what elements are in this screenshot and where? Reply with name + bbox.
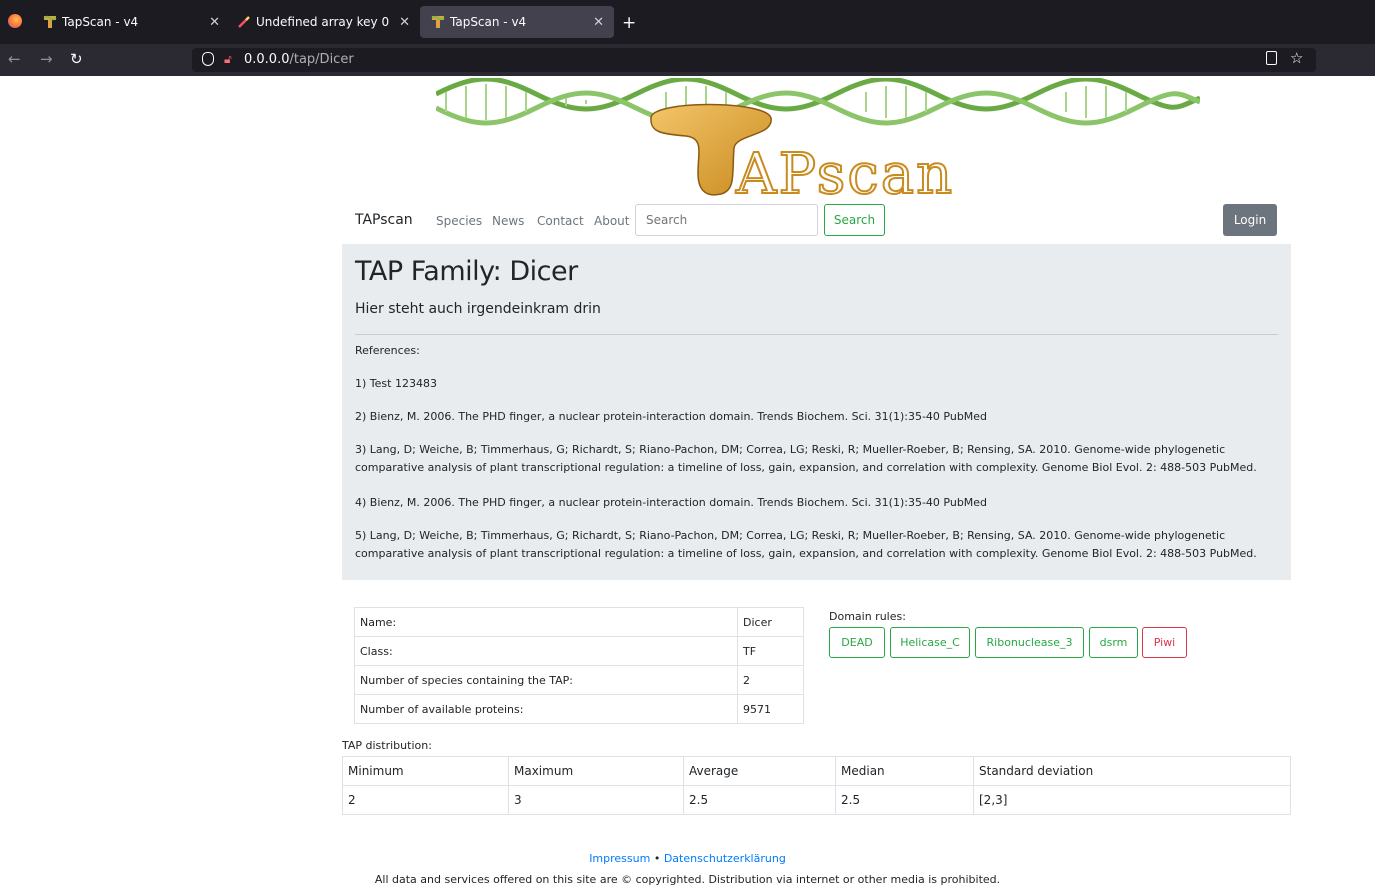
- domain-button-dead[interactable]: DEAD: [829, 627, 885, 658]
- login-button[interactable]: Login: [1223, 204, 1277, 236]
- domain-button-dsrm[interactable]: dsrm: [1089, 627, 1138, 658]
- close-icon[interactable]: ✕: [593, 15, 604, 30]
- info-value: TF: [737, 636, 804, 666]
- close-icon[interactable]: ✕: [399, 15, 410, 30]
- info-label: Number of species containing the TAP:: [354, 665, 738, 695]
- copyright-notice: All data and services offered on this si…: [374, 873, 1001, 886]
- bookmark-star-icon[interactable]: ☆: [1290, 49, 1303, 67]
- privacy-link[interactable]: Datenschutzerklärung: [664, 852, 786, 865]
- url-path: /tap/Dicer: [289, 52, 354, 67]
- close-icon[interactable]: ✕: [209, 15, 220, 30]
- logo-text: APscan: [735, 142, 954, 200]
- url-host: 0.0.0.0: [244, 52, 290, 67]
- table-row: Class: TF: [354, 636, 804, 666]
- info-value: 9571: [737, 694, 804, 724]
- reload-icon[interactable]: ↻: [70, 50, 83, 68]
- info-value: 2: [737, 665, 804, 695]
- tapscan-favicon-icon: [42, 14, 58, 30]
- table-cell: 2.5: [835, 785, 974, 815]
- reader-view-icon[interactable]: [1266, 51, 1277, 65]
- web-page: APscan TAPscan Species News Contact Abou…: [0, 76, 1375, 886]
- tab-1[interactable]: TapScan - v4 ✕: [32, 6, 230, 38]
- site-navbar: TAPscan Species News Contact About Searc…: [342, 200, 1291, 244]
- footer-separator: •: [653, 852, 661, 865]
- firefox-icon[interactable]: [8, 14, 22, 28]
- column-header: Minimum: [342, 756, 509, 786]
- table-cell: 2: [342, 785, 509, 815]
- domain-button-ribonuclease-3[interactable]: Ribonuclease_3: [975, 627, 1084, 658]
- url-bar[interactable]: 🔓︎ 0.0.0.0/tap/Dicer ☆: [192, 48, 1316, 72]
- references-label: References:: [355, 344, 420, 357]
- table-cell: 2.5: [683, 785, 836, 815]
- info-label: Number of available proteins:: [354, 694, 738, 724]
- reference-item: 5) Lang, D; Weiche, B; Timmerhaus, G; Ri…: [355, 529, 1257, 560]
- table-cell: 3: [508, 785, 684, 815]
- reference-item: 1) Test 123483: [355, 377, 437, 390]
- domain-rules-label: Domain rules:: [829, 610, 906, 623]
- tab-3-label: TapScan - v4: [450, 15, 527, 29]
- column-header: Average: [683, 756, 836, 786]
- nav-link-news[interactable]: News: [492, 214, 524, 228]
- domain-button-piwi[interactable]: Piwi: [1142, 627, 1187, 658]
- table-row: Number of species containing the TAP: 2: [354, 665, 804, 695]
- tab-3[interactable]: TapScan - v4 ✕: [420, 6, 614, 38]
- tapscan-favicon-icon: [430, 14, 446, 30]
- back-arrow-icon[interactable]: ←: [8, 50, 21, 68]
- page-title: TAP Family: Dicer: [355, 256, 578, 287]
- reference-item: 2) Bienz, M. 2006. The PHD finger, a nuc…: [355, 410, 988, 423]
- divider: [355, 334, 1278, 335]
- reference-item: 4) Bienz, M. 2006. The PHD finger, a nuc…: [355, 496, 988, 509]
- navbar-brand[interactable]: TAPscan: [355, 212, 413, 228]
- column-header: Standard deviation: [973, 756, 1291, 786]
- tap-info-table: Name: Dicer Class: TF Number of species …: [354, 607, 804, 724]
- lock-icon[interactable]: 🔓︎: [224, 52, 232, 67]
- search-button[interactable]: Search: [824, 204, 885, 236]
- url-text: 0.0.0.0/tap/Dicer: [244, 52, 354, 67]
- new-tab-button[interactable]: +: [622, 13, 636, 33]
- distribution-label: TAP distribution:: [342, 739, 432, 752]
- forward-arrow-icon[interactable]: →: [40, 50, 53, 68]
- tapscan-logo[interactable]: APscan: [434, 76, 1201, 208]
- tap-family-header: TAP Family: Dicer Hier steht auch irgend…: [342, 244, 1291, 580]
- lead-text: Hier steht auch irgendeinkram drin: [355, 301, 601, 317]
- table-row: Name: Dicer: [354, 607, 804, 637]
- domain-button-helicase-c[interactable]: Helicase_C: [890, 627, 970, 658]
- browser-nav-bar: ← → ↻ 🔓︎ 0.0.0.0/tap/Dicer ☆: [0, 44, 1375, 76]
- impressum-link[interactable]: Impressum: [589, 852, 650, 865]
- search-input[interactable]: [635, 204, 818, 236]
- distribution-table: Minimum Maximum Average Median Standard …: [342, 756, 1291, 815]
- wrench-icon: [236, 14, 252, 30]
- info-value: Dicer: [737, 607, 804, 637]
- footer-links: Impressum • Datenschutzerklärung: [0, 852, 1375, 865]
- tab-2-label: Undefined array key 0: [256, 15, 390, 29]
- nav-link-species[interactable]: Species: [436, 214, 482, 228]
- reference-item: 3) Lang, D; Weiche, B; Timmerhaus, G; Ri…: [355, 443, 1257, 474]
- table-cell: [2,3]: [973, 785, 1291, 815]
- table-row: 2 3 2.5 2.5 [2,3]: [342, 785, 1291, 815]
- tab-2[interactable]: Undefined array key 0 ✕: [226, 6, 420, 38]
- table-row: Number of available proteins: 9571: [354, 694, 804, 724]
- tab-1-label: TapScan - v4: [62, 15, 139, 29]
- nav-link-about[interactable]: About: [594, 214, 629, 228]
- nav-link-contact[interactable]: Contact: [537, 214, 584, 228]
- browser-tab-bar: TapScan - v4 ✕ Undefined array key 0 ✕ T…: [0, 0, 1375, 44]
- column-header: Median: [835, 756, 974, 786]
- info-label: Class:: [354, 636, 738, 666]
- column-header: Maximum: [508, 756, 684, 786]
- shield-icon[interactable]: [202, 52, 214, 66]
- table-header-row: Minimum Maximum Average Median Standard …: [342, 756, 1291, 786]
- info-label: Name:: [354, 607, 738, 637]
